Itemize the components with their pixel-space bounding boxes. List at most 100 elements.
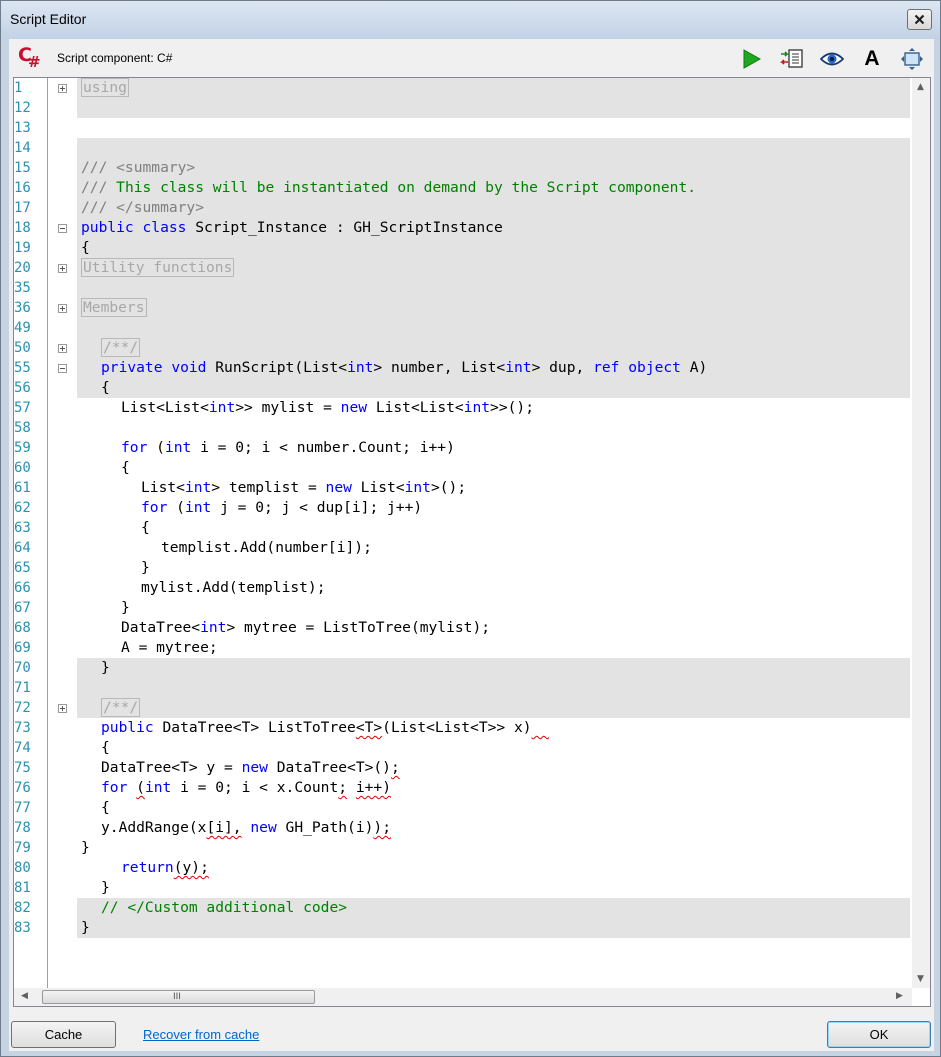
scroll-left-arrow-icon[interactable]: ◀ — [21, 991, 28, 1001]
collapse-region-icon[interactable] — [58, 224, 67, 233]
code-line[interactable]: 50 /**/ — [14, 338, 910, 358]
code-line[interactable]: 61 List<int> templist = new List<int>(); — [14, 478, 910, 498]
toolbar: C # Script component: C# A — [9, 39, 934, 77]
preview-button[interactable] — [820, 47, 844, 71]
expand-region-icon[interactable] — [58, 304, 67, 313]
close-icon — [914, 14, 925, 25]
code-token: private — [101, 359, 163, 376]
code-line[interactable]: 57 List<List<int>> mylist = new List<List… — [14, 398, 910, 418]
window-title: Script Editor — [10, 11, 87, 27]
code-line[interactable]: 74 { — [14, 738, 910, 758]
code-line[interactable]: 55 private void RunScript(List<int> numbe… — [14, 358, 910, 378]
expand-region-icon[interactable] — [58, 344, 67, 353]
code-line[interactable]: 19 { — [14, 238, 910, 258]
horizontal-scrollbar[interactable]: ◀ III ▶ — [14, 988, 912, 1006]
code-line[interactable]: 49 — [14, 318, 910, 338]
collapsed-region[interactable]: Utility functions — [81, 258, 235, 277]
expand-region-icon[interactable] — [58, 84, 67, 93]
font-button[interactable]: A — [860, 47, 884, 71]
code-token: return — [121, 859, 174, 876]
code-line[interactable]: 66 mylist.Add(templist); — [14, 578, 910, 598]
code-token: <T> — [355, 719, 383, 736]
close-button[interactable] — [907, 9, 932, 30]
code-line[interactable]: 1 using — [14, 78, 910, 98]
code-line[interactable]: 35 — [14, 278, 910, 298]
horizontal-scroll-thumb[interactable]: III — [42, 990, 315, 1004]
code-line[interactable]: 68 DataTree<int> mytree = ListToTree(myli… — [14, 618, 910, 638]
vertical-scrollbar[interactable]: ▲ ▼ — [912, 78, 930, 988]
code-line[interactable]: 63 { — [14, 518, 910, 538]
code-area[interactable]: 1 using 12 13 14 15 /// <summary> 16 /// This cl… — [14, 78, 910, 988]
code-line[interactable]: 65} — [14, 558, 910, 578]
expand-region-icon[interactable] — [58, 704, 67, 713]
expand-region-icon[interactable] — [58, 264, 67, 273]
run-button[interactable] — [739, 47, 763, 71]
code-line[interactable]: 59 for (int i = 0; i < number.Count; i++) — [14, 438, 910, 458]
code-text: /// <summary> — [81, 159, 195, 177]
code-text: DataTree<T> y = new DataTree<T>(); — [101, 759, 400, 777]
cache-button[interactable]: Cache — [11, 1021, 116, 1048]
code-line[interactable]: 13 — [14, 118, 910, 138]
code-line[interactable]: 81} — [14, 878, 910, 898]
ok-button[interactable]: OK — [827, 1021, 931, 1048]
line-highlight — [77, 378, 910, 398]
code-line[interactable]: 58 — [14, 418, 910, 438]
code-text: return(y); — [121, 859, 209, 877]
code-line[interactable]: 36 Members — [14, 298, 910, 318]
code-line[interactable]: 73 public DataTree<T> ListToTree<T>(List<… — [14, 718, 910, 738]
collapsed-region[interactable]: /**/ — [101, 338, 141, 357]
code-line[interactable]: 76 for (int i = 0; i < x.Count; i++) — [14, 778, 910, 798]
window-fit-button[interactable] — [900, 47, 924, 71]
title-bar[interactable]: Script Editor — [1, 1, 940, 39]
code-token: } — [81, 919, 90, 936]
code-line[interactable]: 14 — [14, 138, 910, 158]
code-line[interactable]: 72 /**/ — [14, 698, 910, 718]
code-line[interactable]: 71 — [14, 678, 910, 698]
scroll-right-arrow-icon[interactable]: ▶ — [896, 991, 903, 1001]
code-token: ; — [338, 779, 348, 796]
code-line[interactable]: 79} — [14, 838, 910, 858]
code-token: >>(); — [490, 399, 534, 416]
export-button[interactable] — [780, 47, 804, 71]
code-line[interactable]: 67} — [14, 598, 910, 618]
code-line[interactable]: 64 templist.Add(number[i]); — [14, 538, 910, 558]
code-line[interactable]: 77 { — [14, 798, 910, 818]
code-token: i = 0; i < x.Count — [171, 779, 339, 796]
code-line[interactable]: 60 { — [14, 458, 910, 478]
code-token: ); — [373, 819, 391, 836]
recover-from-cache-link[interactable]: Recover from cache — [143, 1027, 259, 1042]
line-number: 59 — [14, 440, 31, 456]
collapsed-region[interactable]: /**/ — [101, 698, 141, 717]
code-line[interactable]: 18 public class Script_Instance : GH_Scri… — [14, 218, 910, 238]
code-editor[interactable]: 1 using 12 13 14 15 /// <summary> 16 /// This cl… — [13, 77, 931, 1007]
code-line[interactable]: 69 A = mytree; — [14, 638, 910, 658]
code-line[interactable]: 15 /// <summary> — [14, 158, 910, 178]
code-line[interactable]: 16 /// This class will be instantiated on… — [14, 178, 910, 198]
line-number: 72 — [14, 700, 31, 716]
scroll-down-arrow-icon[interactable]: ▼ — [917, 974, 924, 984]
code-line[interactable]: 20 Utility functions — [14, 258, 910, 278]
code-line[interactable]: 82 // </Custom additional code> — [14, 898, 910, 918]
window-fit-icon — [901, 48, 923, 70]
collapsed-region[interactable]: Members — [81, 298, 147, 317]
code-line[interactable]: 83} — [14, 918, 910, 938]
code-line[interactable]: 70} — [14, 658, 910, 678]
line-number: 61 — [14, 480, 31, 496]
code-line[interactable]: 80 return(y); — [14, 858, 910, 878]
code-token: int — [184, 479, 212, 496]
code-line[interactable]: 12 — [14, 98, 910, 118]
code-token: new — [250, 819, 277, 836]
collapsed-region[interactable]: using — [81, 78, 129, 97]
code-line[interactable]: 75 DataTree<T> y = new DataTree<T>(); — [14, 758, 910, 778]
code-line[interactable]: 17 /// </summary> — [14, 198, 910, 218]
line-number: 20 — [14, 260, 31, 276]
code-line[interactable]: 78 y.AddRange(x[i], new GH_Path(i)); — [14, 818, 910, 838]
collapse-region-icon[interactable] — [58, 364, 67, 373]
code-line[interactable]: 56 { — [14, 378, 910, 398]
line-number: 36 — [14, 300, 31, 316]
code-line[interactable]: 62 for (int j = 0; j < dup[i]; j++) — [14, 498, 910, 518]
scroll-up-arrow-icon[interactable]: ▲ — [917, 82, 924, 92]
line-highlight — [77, 698, 910, 718]
code-token: mylist.Add(templist); — [141, 579, 326, 596]
